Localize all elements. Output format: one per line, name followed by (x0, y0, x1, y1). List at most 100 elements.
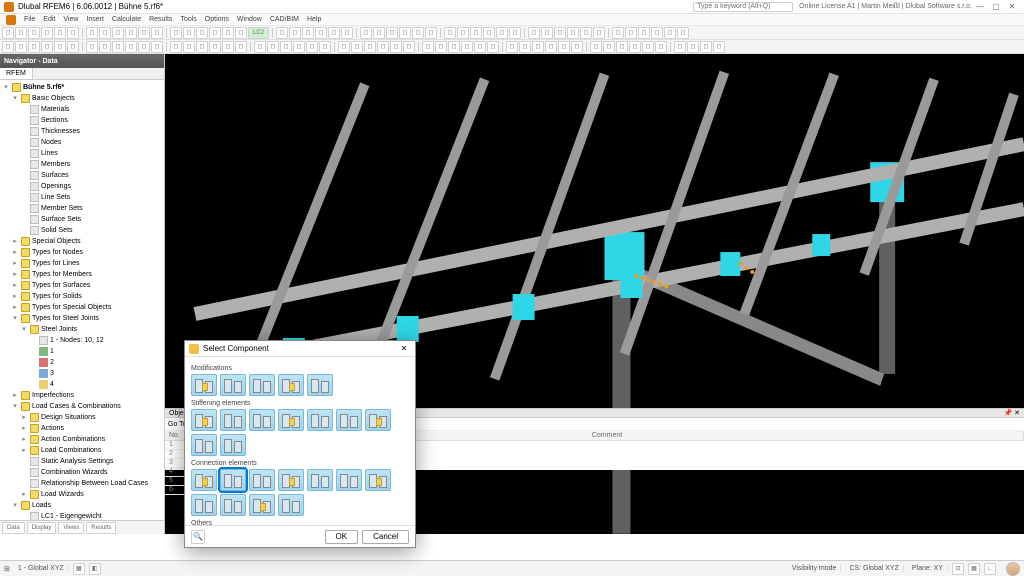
tree-item[interactable]: ▸Types for Lines (2, 258, 162, 269)
tree-item[interactable]: Line Sets (2, 192, 162, 203)
toolbar-button[interactable]: ◻ (457, 27, 469, 39)
tree-item[interactable]: Thicknesses (2, 126, 162, 137)
tree-item[interactable]: ▸Types for Solids (2, 291, 162, 302)
toolbar-button[interactable]: ◻ (15, 27, 27, 39)
toolbar-button[interactable]: ◻ (655, 41, 667, 53)
tree-item[interactable]: Relationship Between Load Cases (2, 478, 162, 489)
toolbar-button[interactable]: ◻ (41, 27, 53, 39)
tree-item[interactable]: 2 (2, 357, 162, 368)
tree-item[interactable]: Combination Wizards (2, 467, 162, 478)
component-thumbnail[interactable] (336, 469, 362, 491)
dialog-close-button[interactable]: ✕ (397, 344, 411, 353)
toolbar-button[interactable]: ◻ (86, 27, 98, 39)
component-thumbnail[interactable] (249, 374, 275, 396)
toolbar-button[interactable]: ◻ (341, 27, 353, 39)
component-thumbnail[interactable] (278, 494, 304, 516)
toolbar-button[interactable]: ◻ (651, 27, 663, 39)
toolbar-button[interactable]: ◻ (86, 41, 98, 53)
component-thumbnail[interactable] (336, 409, 362, 431)
tree-item[interactable]: ▸Types for Nodes (2, 247, 162, 258)
toolbar-button[interactable]: ◻ (28, 41, 40, 53)
toolbar-button[interactable]: ◻ (99, 41, 111, 53)
component-thumbnail[interactable] (191, 409, 217, 431)
menu-insert[interactable]: Insert (86, 16, 104, 23)
toolbar-button[interactable]: ◻ (483, 27, 495, 39)
minimize-button[interactable]: — (972, 2, 988, 11)
toolbar-button[interactable]: ◻ (351, 41, 363, 53)
component-thumbnail[interactable] (249, 469, 275, 491)
toolbar-button[interactable]: ◻ (15, 41, 27, 53)
toolbar-button[interactable]: ◻ (448, 41, 460, 53)
toolbar-button[interactable]: ◻ (54, 41, 66, 53)
tree-item[interactable]: Surfaces (2, 170, 162, 181)
component-thumbnail[interactable] (365, 409, 391, 431)
toolbar-button[interactable]: ◻ (338, 41, 350, 53)
menu-view[interactable]: View (63, 16, 78, 23)
toolbar-button[interactable]: ◻ (567, 27, 579, 39)
toolbar-button[interactable]: ◻ (302, 27, 314, 39)
toolbar-button[interactable]: ◻ (315, 27, 327, 39)
toolbar-button[interactable]: ◻ (616, 41, 628, 53)
component-thumbnail[interactable] (191, 374, 217, 396)
component-thumbnail[interactable] (278, 469, 304, 491)
tree-item[interactable]: ▸Types for Members (2, 269, 162, 280)
tree-item[interactable]: Openings (2, 181, 162, 192)
toolbar-button[interactable]: ◻ (196, 41, 208, 53)
nav-bottom-tab-display[interactable]: Display (27, 522, 57, 534)
tree-item[interactable]: ▾Bühne 5.rf6* (2, 82, 162, 93)
user-avatar[interactable] (1006, 562, 1020, 576)
component-thumbnail[interactable] (307, 374, 333, 396)
toolbar-button[interactable]: ◻ (612, 27, 624, 39)
status-btn[interactable]: ▦ (73, 563, 85, 575)
tree-item[interactable]: Lines (2, 148, 162, 159)
tree-item[interactable]: ▸Design Situations (2, 412, 162, 423)
toolbar-button[interactable]: ◻ (386, 27, 398, 39)
toolbar-button[interactable]: ◻ (170, 27, 182, 39)
toolbar-button[interactable]: ◻ (554, 27, 566, 39)
toolbar-button[interactable]: ◻ (687, 41, 699, 53)
toolbar-button[interactable]: ◻ (496, 27, 508, 39)
toolbar-button[interactable]: ◻ (319, 41, 331, 53)
toolbar-button[interactable]: ◻ (545, 41, 557, 53)
toolbar-button[interactable]: ◻ (422, 41, 434, 53)
toolbar-button[interactable]: ◻ (664, 27, 676, 39)
toolbar-button[interactable]: ◻ (293, 41, 305, 53)
toolbar-button[interactable]: ◻ (470, 27, 482, 39)
toolbar-button[interactable]: ◻ (580, 27, 592, 39)
toolbar-button[interactable]: ◻ (125, 41, 137, 53)
dialog-titlebar[interactable]: Select Component ✕ (185, 341, 415, 357)
component-thumbnail[interactable] (220, 469, 246, 491)
toolbar-button[interactable]: ◻ (276, 27, 288, 39)
toolbar-button[interactable]: ◻ (674, 41, 686, 53)
cancel-button[interactable]: Cancel (362, 530, 409, 544)
toolbar-button[interactable]: ◻ (112, 41, 124, 53)
toolbar-button[interactable]: ◻ (625, 27, 637, 39)
tree-item[interactable]: Static Analysis Settings (2, 456, 162, 467)
toolbar-button[interactable]: ◻ (528, 27, 540, 39)
menu-help[interactable]: Help (307, 16, 321, 23)
tree-item[interactable]: ▸Types for Special Objects (2, 302, 162, 313)
toolbar-button[interactable]: ◻ (222, 41, 234, 53)
toolbar-button[interactable]: ◻ (112, 27, 124, 39)
component-thumbnail[interactable] (249, 409, 275, 431)
status-snap-icon[interactable]: ⊡ (952, 563, 964, 575)
toolbar-button[interactable]: ◻ (487, 41, 499, 53)
tree-item[interactable]: ▸Action Combinations (2, 434, 162, 445)
toolbar-button[interactable]: ◻ (54, 27, 66, 39)
toolbar-button[interactable]: ◻ (67, 41, 79, 53)
toolbar-button[interactable]: ◻ (306, 41, 318, 53)
toolbar-button[interactable]: ◻ (196, 27, 208, 39)
tree-item[interactable]: 1 (2, 346, 162, 357)
toolbar-button[interactable]: ◻ (151, 27, 163, 39)
component-thumbnail[interactable] (220, 494, 246, 516)
component-thumbnail[interactable] (220, 409, 246, 431)
tree-item[interactable]: 3 (2, 368, 162, 379)
status-ortho-icon[interactable]: ∟ (984, 563, 996, 575)
toolbar-button[interactable]: ◻ (700, 41, 712, 53)
toolbar-button[interactable]: ◻ (28, 27, 40, 39)
tree-item[interactable]: Surface Sets (2, 214, 162, 225)
tree-item[interactable]: 1 - Nodes: 10, 12 (2, 335, 162, 346)
tree-item[interactable]: ▸Load Wizards (2, 489, 162, 500)
toolbar-button[interactable]: ◻ (558, 41, 570, 53)
toolbar-button[interactable]: ◻ (364, 41, 376, 53)
